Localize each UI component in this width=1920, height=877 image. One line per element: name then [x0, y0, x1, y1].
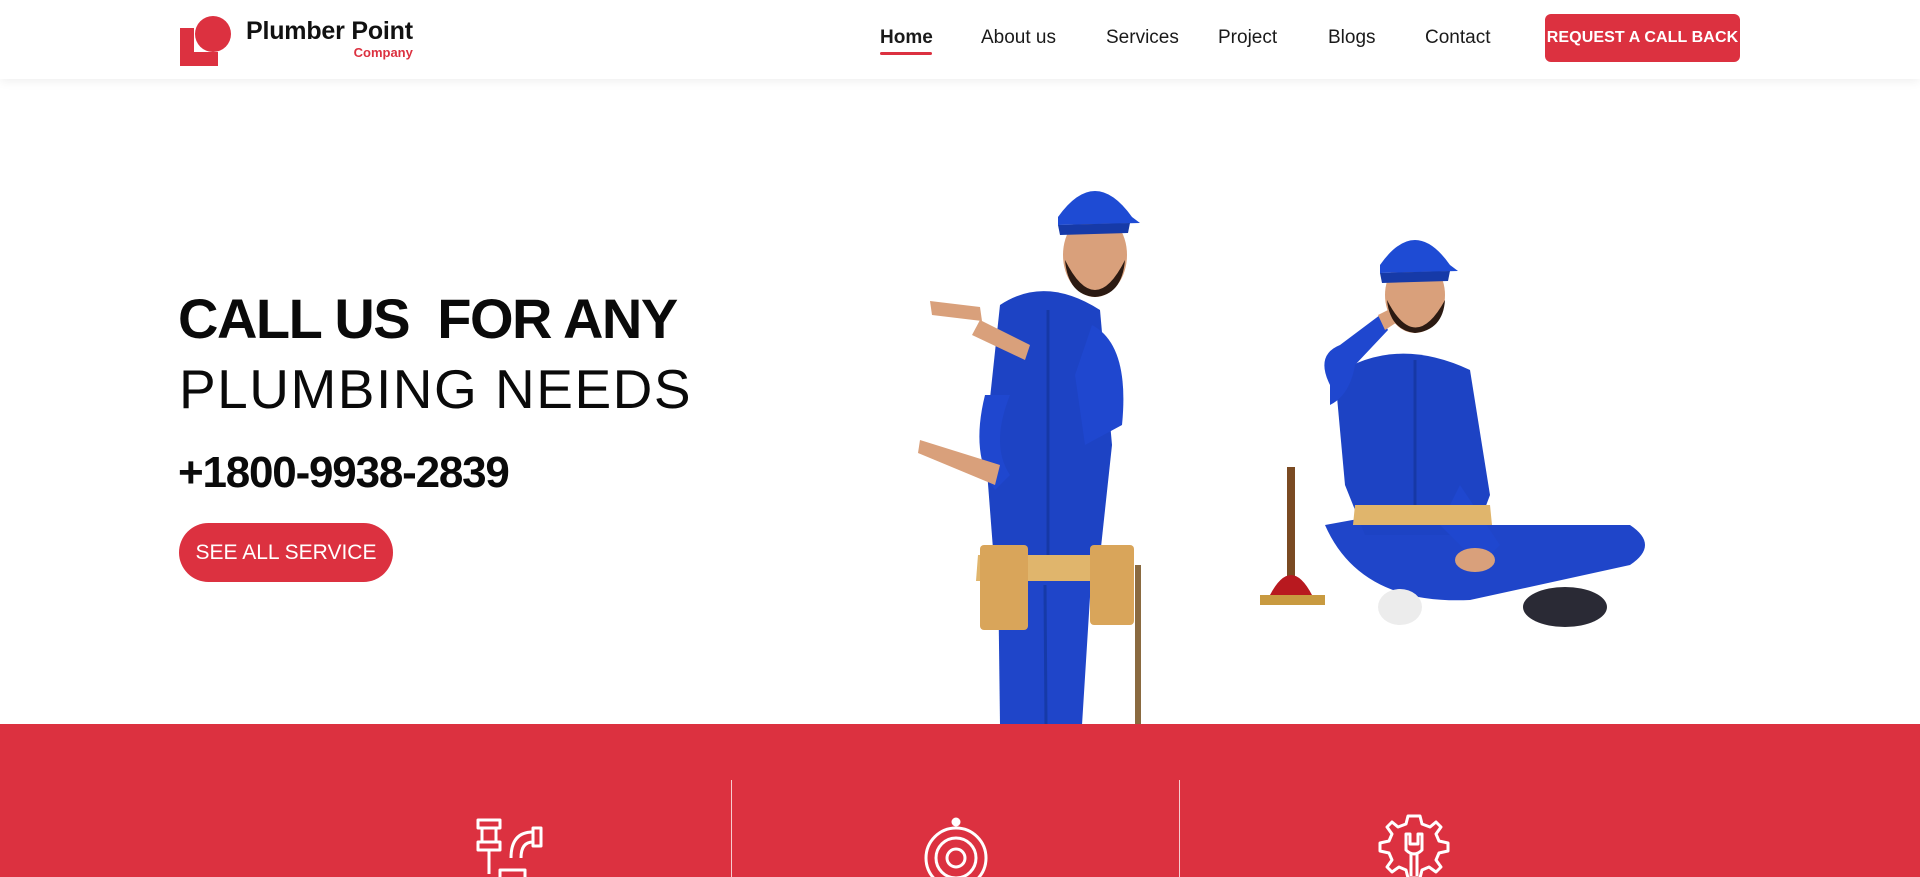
request-call-back-button[interactable]: REQUEST A CALL BACK — [1545, 14, 1740, 62]
hero-phone-number: +1800-9938-2839 — [178, 448, 510, 497]
site-header: Plumber Point Company Home About us Serv… — [0, 0, 1920, 79]
gear-icon — [924, 817, 988, 877]
logo-mark-icon — [180, 14, 232, 66]
features-band — [0, 724, 1920, 877]
pipes-icon — [476, 818, 543, 877]
nav-project[interactable]: Project — [1218, 27, 1277, 49]
nav-about-us[interactable]: About us — [981, 27, 1056, 49]
nav-active-indicator — [880, 52, 932, 55]
plumbers-hero-image — [918, 191, 1645, 725]
nav-blogs[interactable]: Blogs — [1328, 27, 1376, 49]
hero-headline-light: PLUMBING NEEDS — [179, 358, 693, 420]
sitting-plumber-figure — [1260, 240, 1645, 627]
see-all-service-button[interactable]: SEE ALL SERVICE — [179, 523, 393, 582]
wrench-gear-icon — [1378, 814, 1450, 877]
standing-plumber-figure — [918, 191, 1141, 725]
hero-headline-bold: CALL US FOR ANY — [178, 287, 678, 350]
brand-name: Plumber Point — [246, 17, 413, 45]
nav-services[interactable]: Services — [1106, 27, 1179, 49]
nav-home[interactable]: Home — [880, 27, 933, 49]
feature-divider — [1179, 780, 1180, 877]
brand-tagline: Company — [353, 45, 413, 60]
feature-divider — [731, 780, 732, 877]
brand-logo[interactable]: Plumber Point Company — [180, 14, 413, 66]
nav-contact[interactable]: Contact — [1425, 27, 1490, 49]
